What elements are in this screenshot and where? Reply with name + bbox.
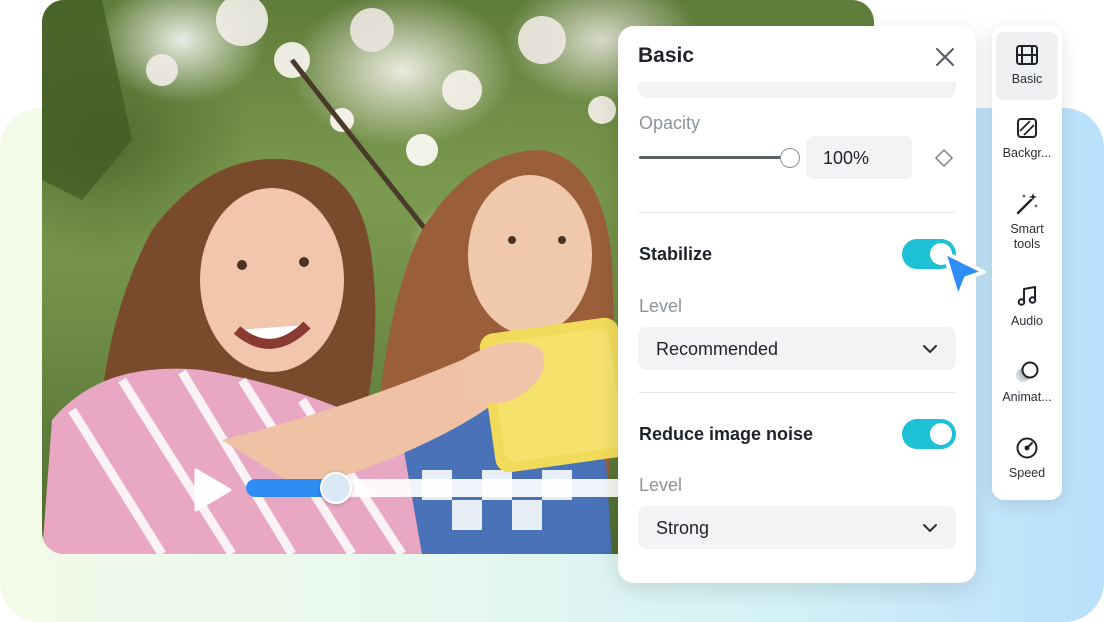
toolbar-item-smart-tools[interactable]: Smart tools [996,191,1058,261]
play-icon [194,468,232,512]
opacity-keyframe-button[interactable] [934,148,954,168]
film-icon [1016,45,1038,65]
toolbar-item-label: Audio [1011,314,1043,328]
background-icon [1017,118,1037,138]
toolbar-item-background[interactable]: Backgr... [996,116,1058,176]
animation-icon [1016,361,1039,382]
close-button[interactable] [934,46,956,68]
diamond-keyframe-icon [934,148,954,168]
speed-icon [1016,437,1038,459]
opacity-value-input[interactable]: 100% [806,136,912,179]
chevron-down-icon [923,524,937,532]
toolbar-item-label: Basic [1011,72,1043,86]
toolbar-item-basic[interactable]: Basic [996,32,1058,100]
scrolled-control-edge [638,82,956,98]
toolbar-item-label: Backgr... [1002,146,1052,160]
noise-level-label: Level [639,475,683,495]
stabilize-level-label: Level [639,296,683,316]
noise-level-value: Strong [656,518,710,538]
panel-title: Basic [638,44,695,67]
toggle-knob [930,423,952,445]
toolbar-item-label: Animat... [1002,390,1052,404]
close-icon [936,48,954,66]
magic-wand-icon [1016,193,1038,215]
side-toolbar: Basic Backgr... Smart tools Audio Animat… [992,26,1062,500]
toolbar-item-animation[interactable]: Animat... [996,360,1058,416]
video-progress-bar[interactable] [246,472,666,504]
mouse-cursor-icon [942,250,986,300]
section-divider [638,392,956,393]
toolbar-item-label: Smart tools [1010,222,1044,251]
music-note-icon [1017,286,1037,306]
opacity-label: Opacity [639,113,701,133]
video-progress-handle[interactable] [320,472,352,504]
stabilize-level-select[interactable]: Recommended [638,327,956,370]
basic-settings-panel: Basic Opacity 100% Stabilize Level Recom… [618,26,976,583]
stabilize-label: Stabilize [639,244,713,264]
play-button[interactable] [192,468,232,512]
noise-level-select[interactable]: Strong [638,506,956,549]
toolbar-item-label: Speed [1008,466,1046,480]
chevron-down-icon [923,345,937,353]
section-divider [638,212,956,213]
reduce-noise-toggle[interactable] [902,419,956,449]
reduce-noise-label: Reduce image noise [639,424,814,444]
toolbar-item-audio[interactable]: Audio [996,284,1058,340]
opacity-slider-handle[interactable] [780,148,800,168]
stabilize-level-value: Recommended [656,339,779,359]
toolbar-item-speed[interactable]: Speed [996,436,1058,492]
opacity-slider[interactable] [639,156,791,159]
